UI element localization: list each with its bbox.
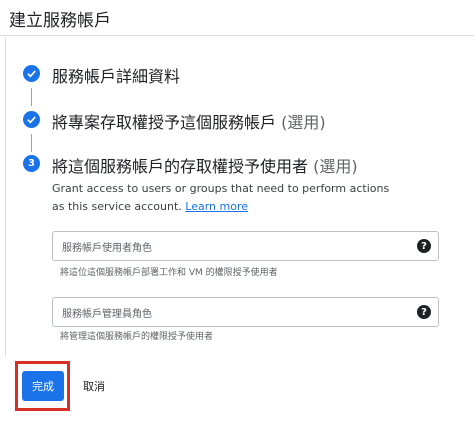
admins-role-hint: 將管理這個服務帳戶的權限授予使用者 <box>60 332 214 342</box>
step-3-label: 將這個服務帳戶的存取權授予使用者 <box>52 157 314 176</box>
page-title: 建立服務帳戶 <box>9 11 111 31</box>
step-2-check-icon <box>23 111 40 128</box>
service-account-admins-role-input[interactable]: 服務帳戶管理員角色 ? <box>52 297 439 327</box>
page-header: 建立服務帳戶 <box>0 0 474 36</box>
users-role-placeholder: 服務帳戶使用者角色 <box>62 243 152 254</box>
step-3-number-badge: 3 <box>23 155 40 172</box>
service-account-users-role-input[interactable]: 服務帳戶使用者角色 ? <box>52 231 439 261</box>
cancel-button[interactable]: 取消 <box>74 371 114 401</box>
learn-more-link[interactable]: Learn more <box>185 200 248 213</box>
done-button[interactable]: 完成 <box>22 371 64 401</box>
admins-role-placeholder: 服務帳戶管理員角色 <box>62 309 152 320</box>
users-role-hint: 將這位這個服務帳戶部署工作和 VM 的權限授予使用者 <box>60 268 278 278</box>
step-connector <box>31 88 32 106</box>
step-3-description: Grant access to users or groups that nee… <box>52 180 392 216</box>
step-2-title[interactable]: 將專案存取權授予這個服務帳戶 (選用) <box>52 109 326 133</box>
step-3-optional: (選用) <box>313 157 358 176</box>
step-3-title: 將這個服務帳戶的存取權授予使用者 (選用) <box>52 153 358 177</box>
step-2-label: 將專案存取權授予這個服務帳戶 <box>52 113 282 132</box>
step-1-check-icon <box>23 65 40 82</box>
help-circle-icon[interactable]: ? <box>417 239 431 253</box>
help-circle-icon[interactable]: ? <box>417 305 431 319</box>
panel-divider <box>5 37 6 357</box>
step-2-optional: (選用) <box>281 113 326 132</box>
step-connector <box>31 134 32 152</box>
step-1-title[interactable]: 服務帳戶詳細資料 <box>52 63 180 87</box>
step-1-label: 服務帳戶詳細資料 <box>52 67 181 86</box>
